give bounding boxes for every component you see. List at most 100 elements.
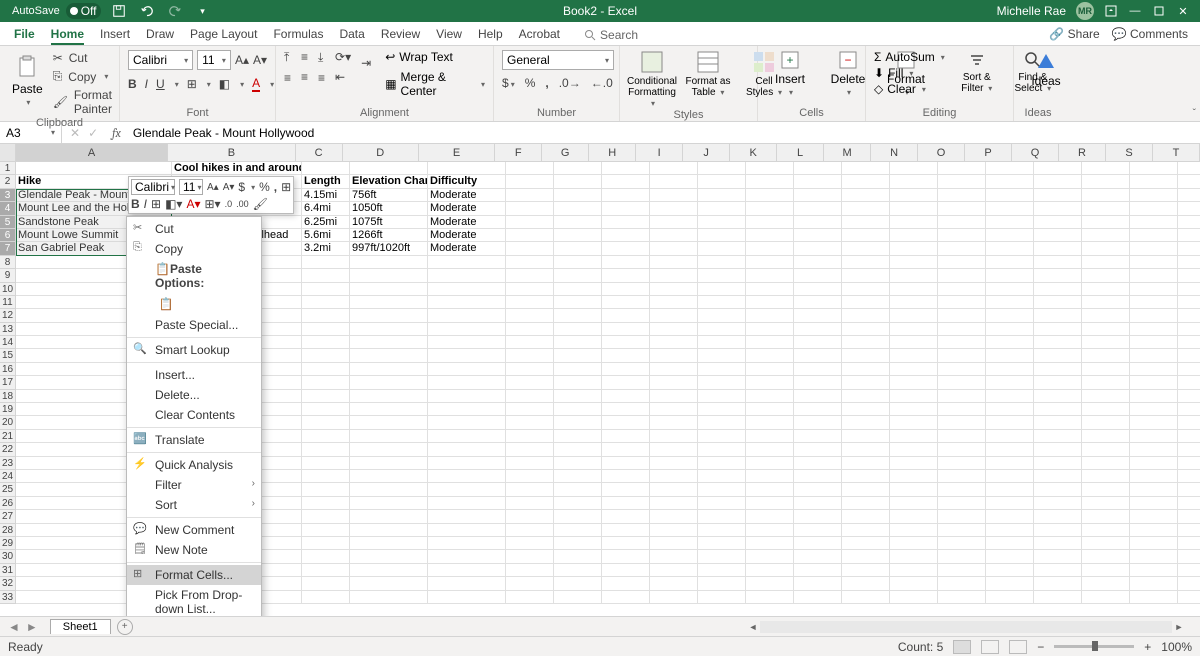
cell[interactable] [1178, 443, 1200, 456]
cell[interactable] [1034, 390, 1082, 403]
row-header-29[interactable]: 29 [0, 537, 16, 550]
cell[interactable] [506, 537, 554, 550]
cell[interactable] [554, 470, 602, 483]
cell[interactable] [842, 577, 890, 590]
cell[interactable] [938, 216, 986, 229]
worksheet-grid[interactable]: ABCDEFGHIJKLMNOPQRST 1234567891011121314… [0, 144, 1200, 616]
cell[interactable] [428, 524, 506, 537]
cell[interactable] [1130, 390, 1178, 403]
cell[interactable] [506, 403, 554, 416]
cell[interactable] [1034, 323, 1082, 336]
cell[interactable] [554, 202, 602, 215]
cell[interactable] [1178, 175, 1200, 188]
cell[interactable] [986, 591, 1034, 604]
mini-dec-inc-icon[interactable]: .0 [225, 199, 233, 209]
cell[interactable] [698, 497, 746, 510]
cell[interactable] [428, 323, 506, 336]
cell[interactable] [428, 537, 506, 550]
cell[interactable] [890, 202, 938, 215]
cell[interactable] [1082, 457, 1130, 470]
cell[interactable] [794, 537, 842, 550]
cell[interactable] [698, 564, 746, 577]
cell[interactable] [986, 483, 1034, 496]
cell[interactable] [650, 256, 698, 269]
italic-button[interactable]: I [145, 77, 148, 91]
row-header-26[interactable]: 26 [0, 497, 16, 510]
cell[interactable] [986, 470, 1034, 483]
cell[interactable] [428, 283, 506, 296]
cell[interactable] [302, 524, 350, 537]
cell[interactable] [554, 416, 602, 429]
cm-clear[interactable]: Clear Contents [127, 405, 261, 425]
comma-format-icon[interactable]: , [545, 76, 548, 90]
cell[interactable] [890, 430, 938, 443]
cell[interactable] [986, 403, 1034, 416]
cell[interactable] [1034, 510, 1082, 523]
cell[interactable] [1082, 416, 1130, 429]
normal-view-icon[interactable] [953, 640, 971, 654]
cell[interactable] [746, 550, 794, 563]
cell[interactable] [350, 309, 428, 322]
cell[interactable] [986, 430, 1034, 443]
cell[interactable] [428, 416, 506, 429]
cell[interactable]: Moderate [428, 242, 506, 255]
cell[interactable] [302, 470, 350, 483]
autosave-toggle[interactable]: Off [66, 3, 101, 19]
cell[interactable] [698, 403, 746, 416]
cell[interactable] [890, 483, 938, 496]
cell[interactable] [746, 591, 794, 604]
cell[interactable] [746, 349, 794, 362]
cell[interactable] [938, 457, 986, 470]
cell[interactable] [938, 443, 986, 456]
cell[interactable] [1130, 457, 1178, 470]
col-header-D[interactable]: D [343, 144, 419, 161]
row-header-1[interactable]: 1 [0, 162, 16, 175]
cell[interactable] [986, 390, 1034, 403]
align-right-icon[interactable]: ≡ [318, 71, 325, 85]
cell[interactable] [554, 256, 602, 269]
cell[interactable] [1130, 175, 1178, 188]
cell[interactable] [1082, 550, 1130, 563]
cell[interactable] [1034, 229, 1082, 242]
cell[interactable] [890, 376, 938, 389]
cell[interactable] [842, 162, 890, 175]
cell[interactable] [650, 309, 698, 322]
cell[interactable] [794, 483, 842, 496]
cell[interactable] [698, 510, 746, 523]
cell[interactable] [842, 416, 890, 429]
fill-color-button[interactable]: ◧ [219, 77, 230, 91]
cell[interactable] [1130, 550, 1178, 563]
cell[interactable] [602, 229, 650, 242]
cell[interactable] [890, 269, 938, 282]
cell[interactable] [938, 175, 986, 188]
cell[interactable] [1130, 349, 1178, 362]
cell[interactable] [698, 269, 746, 282]
row-header-20[interactable]: 20 [0, 416, 16, 429]
cell[interactable] [650, 564, 698, 577]
cell[interactable] [554, 242, 602, 255]
row-header-25[interactable]: 25 [0, 483, 16, 496]
cell[interactable] [746, 242, 794, 255]
cell[interactable] [1082, 430, 1130, 443]
cell[interactable] [1178, 390, 1200, 403]
cell[interactable] [602, 537, 650, 550]
cell[interactable] [302, 416, 350, 429]
cell[interactable] [698, 309, 746, 322]
cell[interactable] [1034, 309, 1082, 322]
cell[interactable] [1082, 403, 1130, 416]
cell[interactable] [1130, 443, 1178, 456]
cell[interactable] [794, 416, 842, 429]
cell[interactable] [428, 497, 506, 510]
cell[interactable] [794, 470, 842, 483]
cell[interactable] [986, 216, 1034, 229]
cell[interactable] [842, 443, 890, 456]
cell[interactable] [1082, 336, 1130, 349]
increase-decimal-icon[interactable]: .0→ [559, 76, 581, 90]
cell[interactable] [554, 483, 602, 496]
close-icon[interactable]: ✕ [1176, 4, 1190, 18]
cell[interactable] [650, 202, 698, 215]
cell[interactable] [554, 162, 602, 175]
cm-sort[interactable]: Sort› [127, 495, 261, 515]
redo-icon[interactable] [165, 1, 185, 21]
cell[interactable] [350, 564, 428, 577]
